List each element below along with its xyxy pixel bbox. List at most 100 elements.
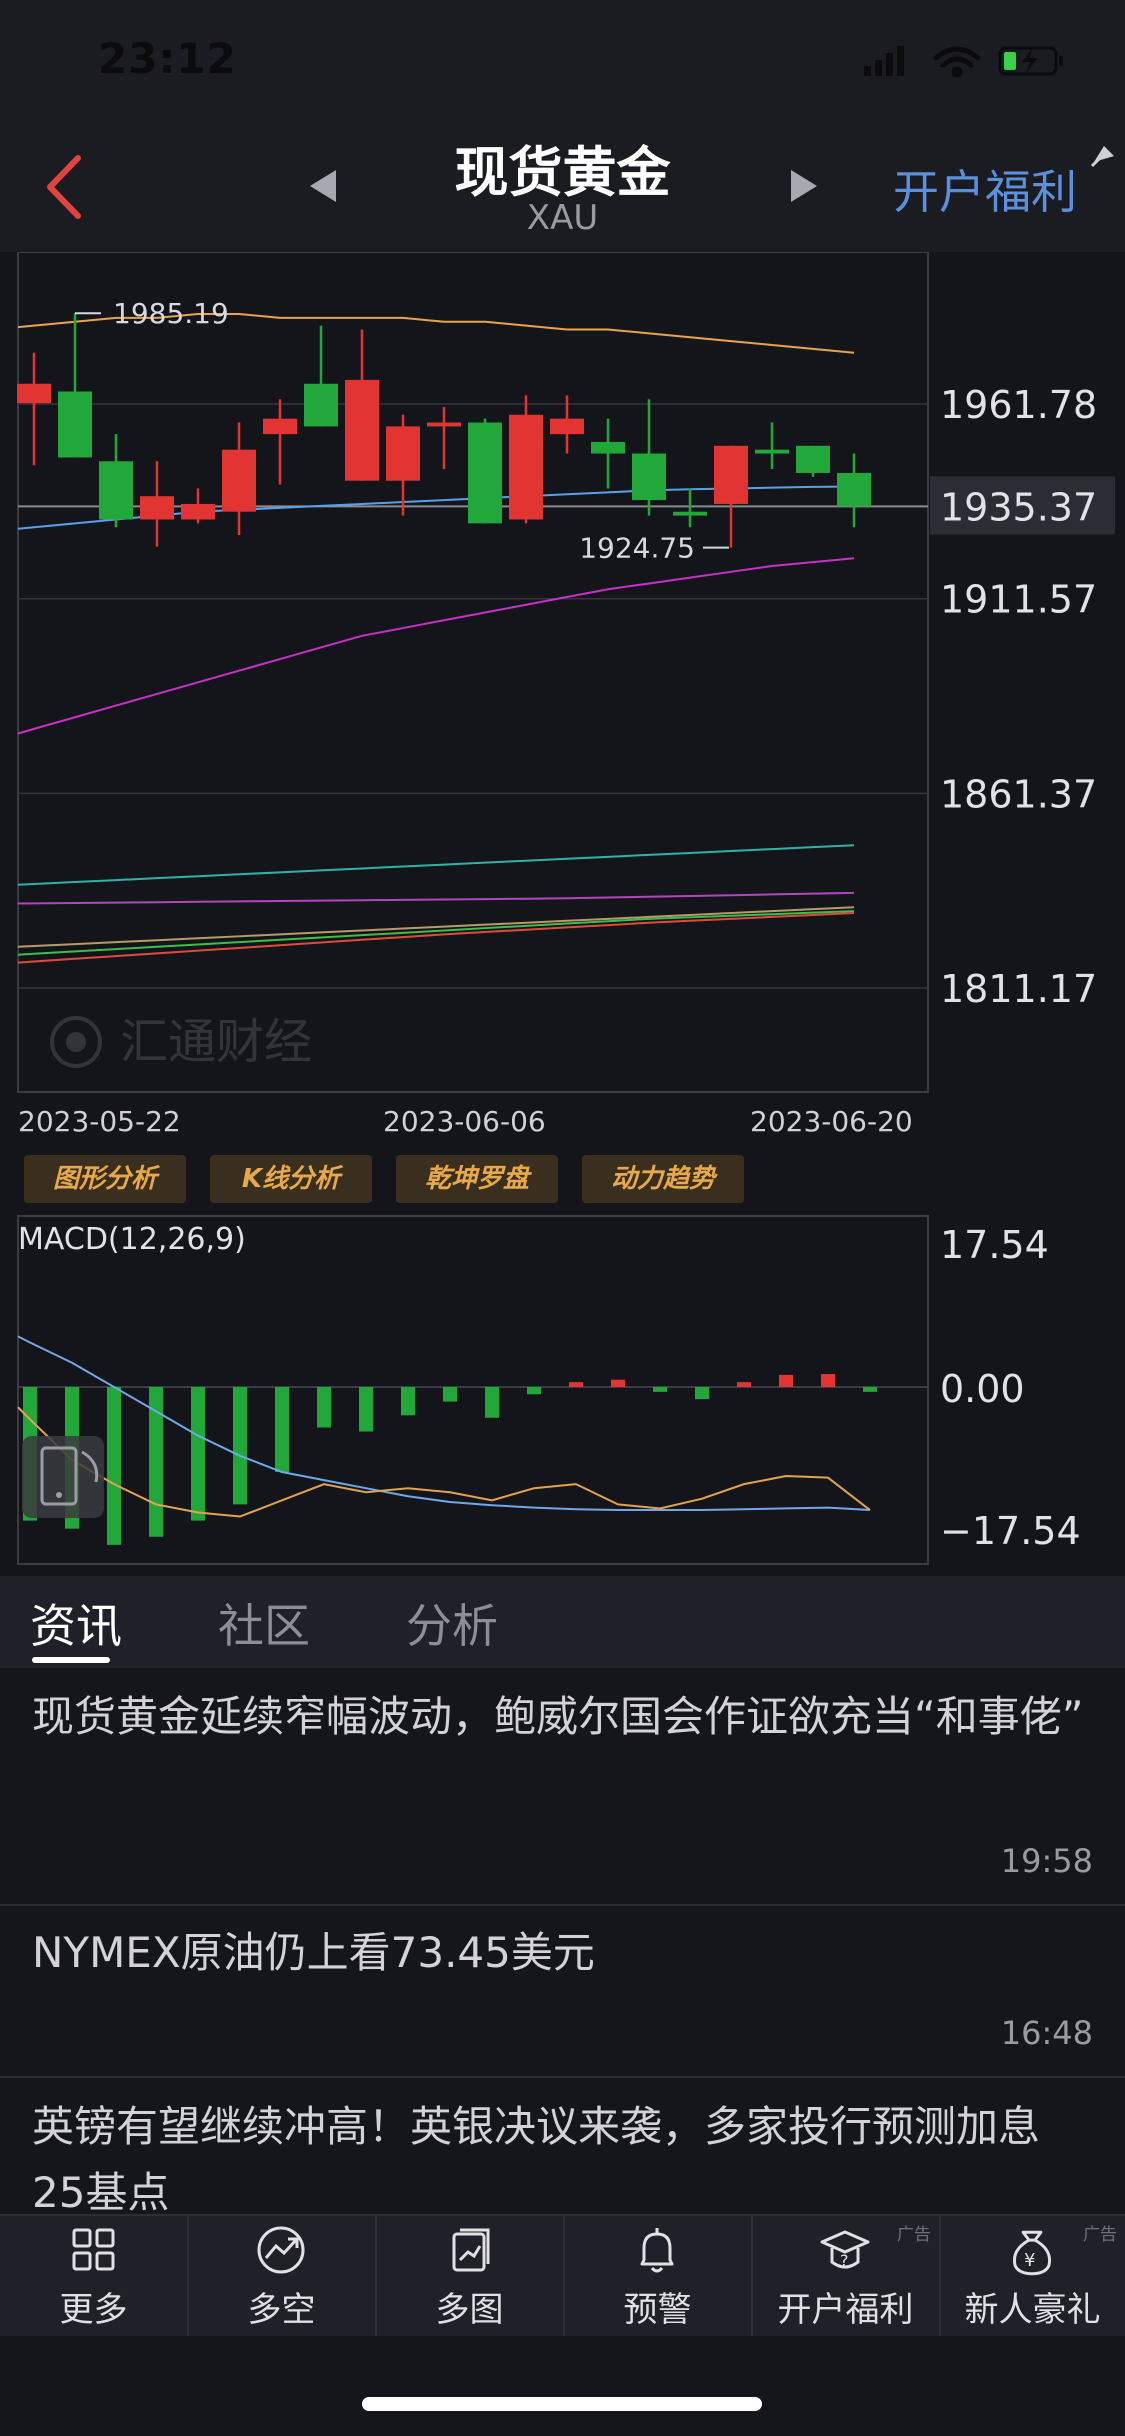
- watermark-text: 汇通财经: [120, 1014, 312, 1070]
- cellular-signal-icon: [864, 46, 904, 76]
- macd-histogram-bar: [233, 1387, 247, 1505]
- macd-histogram-bar: [485, 1387, 499, 1418]
- y-tick-label: 1935.37: [940, 485, 1097, 529]
- next-instrument-button[interactable]: [787, 168, 821, 204]
- macd-histogram-bar: [275, 1387, 289, 1473]
- macd-y-tick: 17.54: [940, 1223, 1049, 1267]
- content-tab-bar: [0, 1576, 1125, 1668]
- candle-body: [304, 383, 338, 427]
- y-tick-label: 1811.17: [940, 967, 1097, 1011]
- candle-body: [427, 422, 461, 427]
- macd-histogram-bar: [569, 1382, 583, 1387]
- candle-body: [181, 503, 215, 520]
- x-tick-label: 2023-05-22: [18, 1105, 181, 1138]
- svg-text:?: ?: [840, 2251, 849, 2270]
- macd-histogram-bar: [191, 1387, 205, 1521]
- nav-label: 新人豪礼: [964, 2290, 1101, 2330]
- macd-histogram-bar: [821, 1374, 835, 1387]
- money-bag-icon: ¥: [1013, 2230, 1051, 2276]
- macd-histogram-bar: [443, 1387, 457, 1402]
- macd-histogram-bar: [317, 1387, 331, 1428]
- candle-body: [755, 449, 789, 454]
- macd-histogram-bar: [107, 1387, 121, 1545]
- nav-long-short[interactable]: 多空: [188, 2214, 377, 2336]
- y-tick-label: 1911.57: [940, 578, 1097, 622]
- tool-button-kline-analysis[interactable]: K线分析: [210, 1155, 372, 1203]
- candle-body: [796, 445, 830, 473]
- tool-button-pattern-analysis[interactable]: 图形分析: [24, 1155, 186, 1203]
- macd-y-tick: −17.54: [940, 1509, 1081, 1553]
- candle-body: [632, 453, 666, 501]
- candle-body: [550, 418, 584, 435]
- news-title: 英镑有望继续冲高！英银决议来袭，多家投行预测加息25基点: [32, 2102, 1041, 2217]
- macd-histogram-bar: [401, 1387, 415, 1416]
- macd-histogram-bar: [359, 1387, 373, 1432]
- tab-news[interactable]: 资讯: [30, 1590, 122, 1656]
- nav-label: 开户福利: [777, 2290, 914, 2330]
- news-time: 16:48: [1000, 2014, 1093, 2052]
- candle-body: [263, 418, 297, 435]
- macd-histogram-bar: [695, 1387, 709, 1400]
- nav-account-promo[interactable]: 广告 ? 开户福利: [752, 2214, 941, 2336]
- battery-icon: [998, 46, 1063, 76]
- tool-button-momentum[interactable]: 动力趋势: [582, 1155, 744, 1203]
- nav-newcomer-gift[interactable]: 广告 ¥ 新人豪礼: [940, 2214, 1125, 2336]
- nav-more[interactable]: 更多: [0, 2214, 189, 2336]
- nav-label: 预警: [623, 2290, 692, 2330]
- candle-body: [673, 511, 707, 516]
- price-chart-area[interactable]: 1961.78 1935.37 1911.57 1861.37 1811.17 1985.…: [0, 252, 1125, 1576]
- macd-histogram-bar: [653, 1387, 667, 1392]
- candle-body: [58, 391, 92, 458]
- x-tick-label: 2023-06-06: [383, 1105, 546, 1138]
- nav-label: 多空: [247, 2290, 316, 2330]
- status-icons: [864, 46, 1063, 78]
- candle-body: [837, 472, 871, 507]
- nav-multi-chart[interactable]: 多图: [376, 2214, 565, 2336]
- grid-icon: [72, 2228, 115, 2271]
- home-indicator[interactable]: [362, 2397, 762, 2411]
- x-tick-label: 2023-06-20: [750, 1105, 913, 1138]
- tab-community[interactable]: 社区: [218, 1590, 310, 1656]
- candle-body: [386, 426, 420, 481]
- wifi-icon: [933, 46, 981, 78]
- news-title: NYMEX原油仍上看73.45美元: [32, 1928, 595, 1977]
- graduation-cap-icon: ?: [820, 2230, 870, 2270]
- bell-icon: [640, 2228, 674, 2273]
- nav-label: 多图: [435, 2290, 504, 2330]
- svg-text:¥: ¥: [1024, 2250, 1035, 2271]
- news-time: 19:58: [1000, 1842, 1093, 1880]
- macd-title: MACD(12,26,9): [18, 1222, 246, 1257]
- tool-button-compass[interactable]: 乾坤罗盘: [396, 1155, 558, 1203]
- candle-body: [140, 496, 174, 520]
- candle-body: [99, 461, 133, 520]
- y-tick-label: 1961.78: [940, 383, 1097, 427]
- account-promo-link[interactable]: 开户福利: [893, 156, 1077, 222]
- y-tick-label: 1861.37: [940, 772, 1097, 816]
- triangle-right-icon: [791, 170, 817, 202]
- status-time: 23:12: [98, 34, 237, 83]
- macd-histogram-bar: [779, 1374, 793, 1387]
- news-title: 现货黄金延续窄幅波动，鲍威尔国会作证欲充当“和事佬”: [32, 1692, 1084, 1741]
- active-tab-indicator: [32, 1657, 110, 1663]
- nav-label: 更多: [59, 2290, 128, 2330]
- macd-histogram-bar: [737, 1382, 751, 1387]
- candle-body: [714, 445, 748, 504]
- macd-y-tick: 0.00: [940, 1367, 1025, 1411]
- pin-icon: [1090, 146, 1114, 168]
- candle-body: [468, 422, 502, 524]
- landscape-toggle-button: [22, 1436, 104, 1518]
- macd-histogram-bar: [863, 1387, 877, 1392]
- home-indicator-area: [0, 2336, 1125, 2436]
- macd-histogram-bar: [527, 1387, 541, 1395]
- high-label: 1985.19: [113, 297, 229, 330]
- low-label: 1924.75: [579, 532, 695, 565]
- news-item[interactable]: NYMEX原油仍上看73.45美元 16:48: [0, 1906, 1125, 2078]
- nav-alerts[interactable]: 预警: [564, 2214, 753, 2336]
- news-item[interactable]: 英镑有望继续冲高！英银决议来袭，多家投行预测加息25基点: [0, 2078, 1125, 2218]
- tab-analysis[interactable]: 分析: [406, 1590, 498, 1656]
- candle-body: [509, 414, 543, 520]
- macd-histogram-bar: [611, 1379, 625, 1387]
- candle-body: [591, 441, 625, 454]
- news-item[interactable]: 现货黄金延续窄幅波动，鲍威尔国会作证欲充当“和事佬” 19:58: [0, 1668, 1125, 1906]
- multi-chart-icon: [452, 2228, 490, 2272]
